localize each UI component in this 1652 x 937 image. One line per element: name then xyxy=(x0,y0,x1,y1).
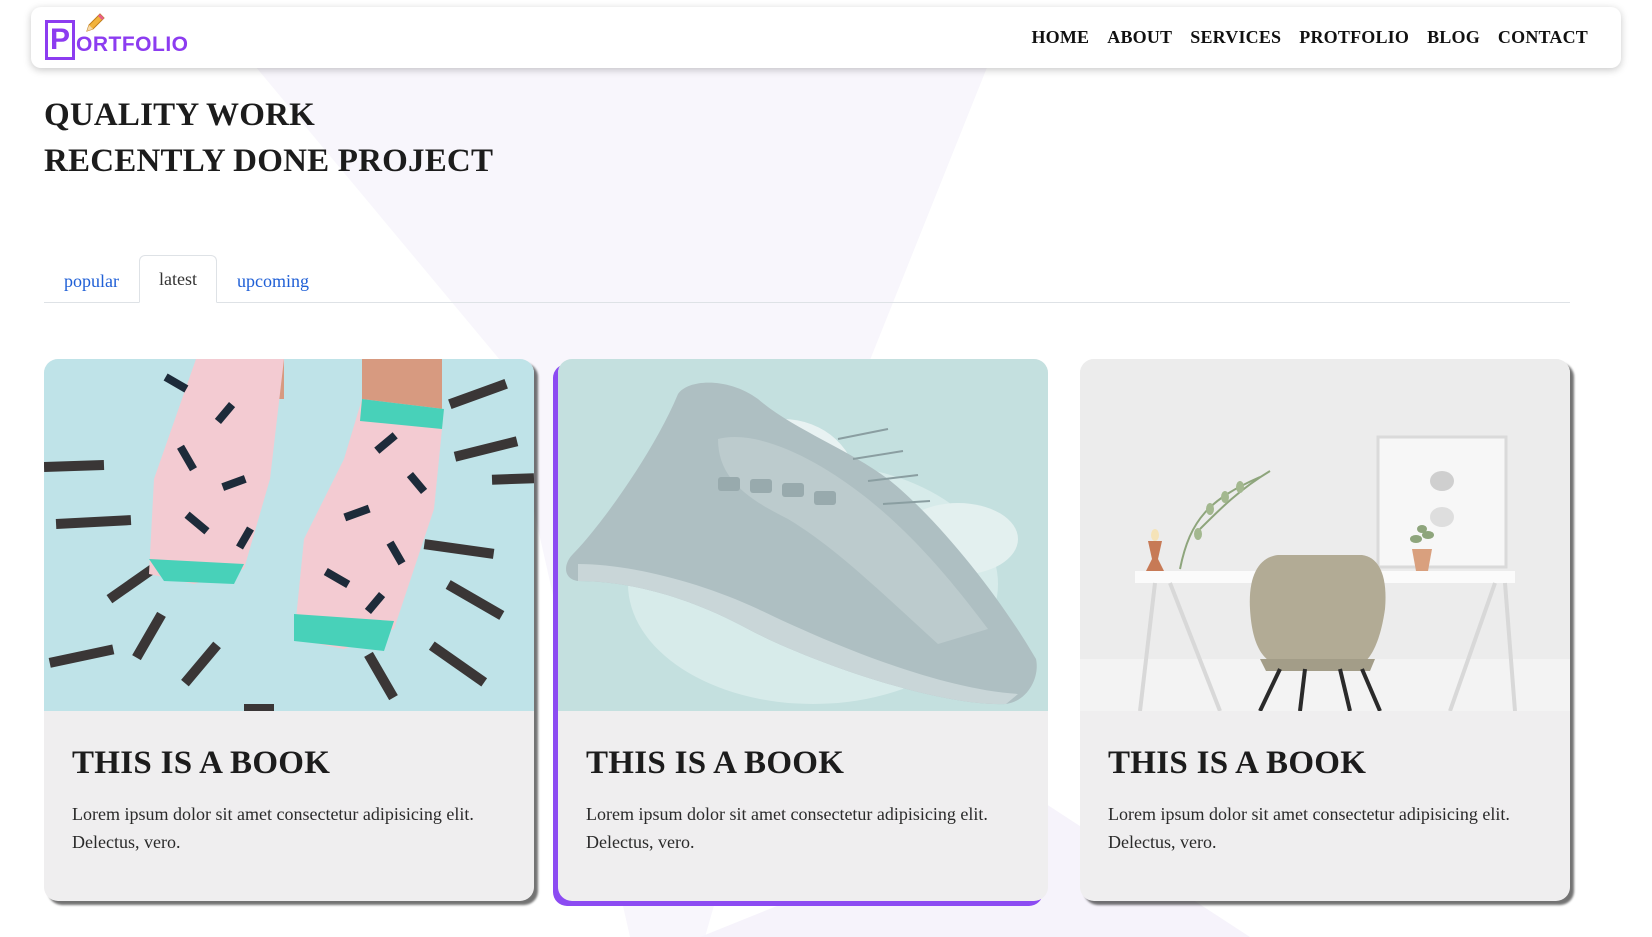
project-card-highlighted[interactable]: THIS IS A BOOK Lorem ipsum dolor sit ame… xyxy=(558,359,1048,901)
grey-sneaker-image xyxy=(558,359,1048,711)
project-card[interactable]: THIS IS A BOOK Lorem ipsum dolor sit ame… xyxy=(44,359,534,901)
portfolio-page: P ORTFOLIO HOME ABOUT SERVICES PROTFOLIO… xyxy=(0,0,1652,937)
nav-home[interactable]: HOME xyxy=(1022,27,1098,48)
title-line-2: RECENTLY DONE PROJECT xyxy=(44,143,494,179)
card-grid: THIS IS A BOOK Lorem ipsum dolor sit ame… xyxy=(44,359,1574,904)
desk-and-chair-image xyxy=(1080,359,1570,711)
navbar: P ORTFOLIO HOME ABOUT SERVICES PROTFOLIO… xyxy=(31,7,1621,68)
nav-blog[interactable]: BLOG xyxy=(1418,27,1489,48)
page-title: QUALITY WORK RECENTLY DONE PROJECT xyxy=(44,92,493,184)
tab-bar: popular latest upcoming xyxy=(44,254,1570,303)
card-text: Lorem ipsum dolor sit amet consectetur a… xyxy=(72,804,474,852)
tab-popular[interactable]: popular xyxy=(44,257,139,303)
card-body: THIS IS A BOOK Lorem ipsum dolor sit ame… xyxy=(44,711,534,856)
tab-latest[interactable]: latest xyxy=(138,255,217,303)
card-text: Lorem ipsum dolor sit amet consectetur a… xyxy=(1108,804,1510,852)
nav-links: HOME ABOUT SERVICES PROTFOLIO BLOG CONTA… xyxy=(1022,27,1597,48)
title-line-1: QUALITY WORK xyxy=(44,97,316,133)
pencil-icon xyxy=(86,12,105,32)
logo-letter: P xyxy=(49,22,70,56)
project-card[interactable]: THIS IS A BOOK Lorem ipsum dolor sit ame… xyxy=(1080,359,1570,901)
card-title: THIS IS A BOOK xyxy=(1108,745,1367,781)
nav-contact[interactable]: CONTACT xyxy=(1489,27,1597,48)
tab-upcoming[interactable]: upcoming xyxy=(217,257,329,303)
logo[interactable]: P ORTFOLIO xyxy=(45,12,189,63)
logo-box: P xyxy=(45,19,75,60)
nav-portfolio[interactable]: PROTFOLIO xyxy=(1290,27,1418,48)
nav-services[interactable]: SERVICES xyxy=(1181,27,1290,48)
card-body: THIS IS A BOOK Lorem ipsum dolor sit ame… xyxy=(558,711,1048,856)
nav-about[interactable]: ABOUT xyxy=(1098,27,1181,48)
patterned-socks-image xyxy=(44,359,534,711)
card-text: Lorem ipsum dolor sit amet consectetur a… xyxy=(586,804,988,852)
logo-text: ORTFOLIO xyxy=(76,32,189,56)
card-body: THIS IS A BOOK Lorem ipsum dolor sit ame… xyxy=(1080,711,1570,856)
card-title: THIS IS A BOOK xyxy=(586,745,845,781)
card-title: THIS IS A BOOK xyxy=(72,745,331,781)
